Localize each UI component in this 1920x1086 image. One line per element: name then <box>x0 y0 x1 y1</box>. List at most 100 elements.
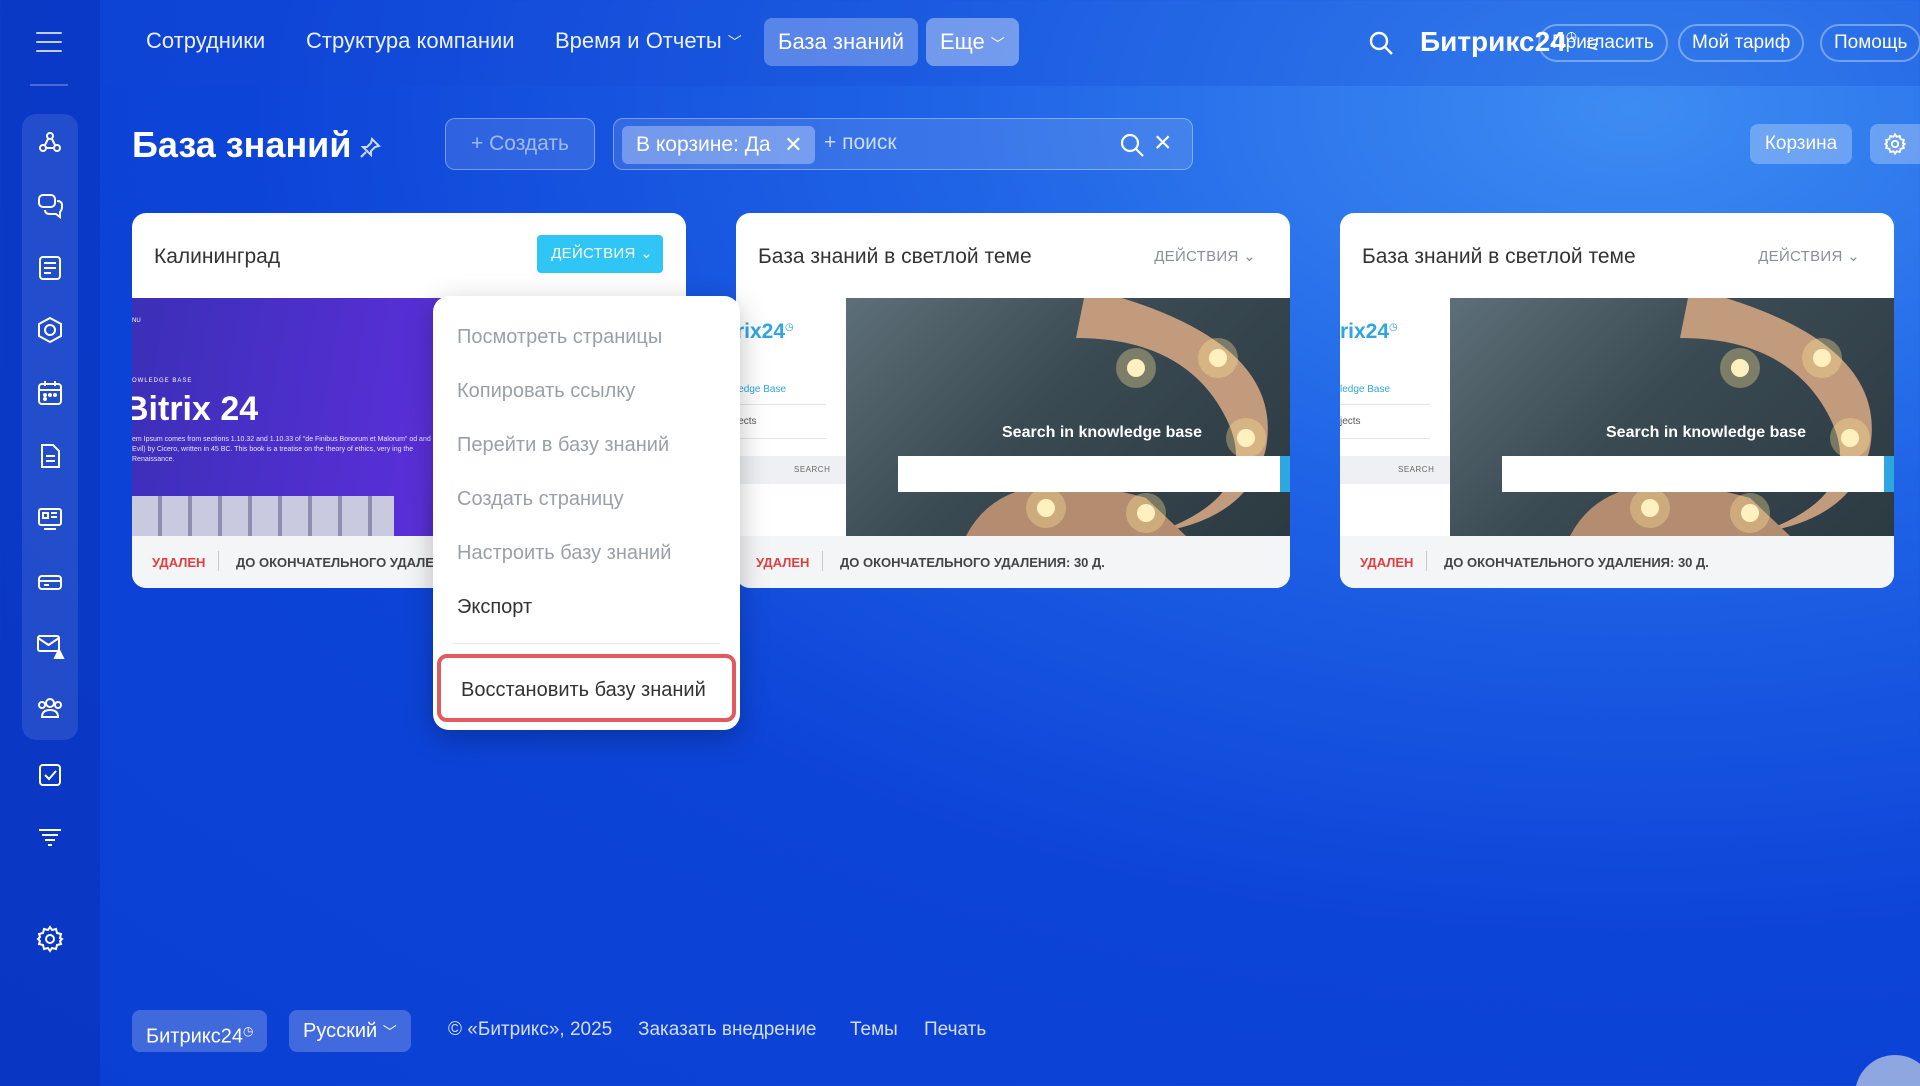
search-icon[interactable] <box>1368 30 1394 56</box>
preview-search-button: SEARCH <box>794 465 831 474</box>
nav-time-reports-label: Время и Отчеты <box>555 28 722 53</box>
document-icon <box>41 444 60 468</box>
nav-employees[interactable]: Сотрудники <box>146 28 265 54</box>
nav-knowledge-base[interactable]: База знаний <box>764 18 919 66</box>
themes-link[interactable]: Темы <box>850 1019 898 1041</box>
sidebar-item-calendar[interactable] <box>35 378 65 408</box>
close-icon[interactable]: ✕ <box>784 126 802 164</box>
chevron-down-icon: ⌄ <box>1243 248 1256 265</box>
card-preview[interactable]: rix24◷ ledge Base jects SEARCH Search in… <box>736 298 1290 536</box>
chat-widget-button[interactable] <box>1855 1055 1920 1086</box>
chevron-down-icon: ⌄ <box>640 245 653 262</box>
sidebar-item-tasks[interactable] <box>35 760 65 790</box>
card-actions-label: ДЕЙСТВИЯ <box>1154 248 1239 265</box>
chevron-down-icon: ⌄ <box>1847 248 1860 265</box>
left-sidebar <box>0 0 100 1086</box>
order-implementation-link[interactable]: Заказать внедрение <box>638 1019 817 1041</box>
sidebar-item-employees[interactable] <box>35 693 65 723</box>
preview-search-box: SEARCH <box>1340 456 1450 484</box>
create-button[interactable]: + Создать <box>445 118 595 170</box>
nav-more-label: Еще <box>940 29 985 54</box>
footer-brand-button[interactable]: Битрикс24◷ <box>132 1010 268 1052</box>
status-badge: УДАЛЕН <box>1360 555 1414 570</box>
pin-icon[interactable] <box>358 136 382 160</box>
nav-more[interactable]: Еще ﹀ <box>926 18 1019 66</box>
card-title: База знаний в светлой теме <box>758 245 1032 268</box>
clock-icon: ◷ <box>1389 322 1398 333</box>
divider <box>218 551 219 571</box>
sidebar-item-feed[interactable] <box>35 128 65 158</box>
sidebar-item-documents[interactable] <box>35 441 65 471</box>
nav-time-reports[interactable]: Время и Отчеты ﹀ <box>555 28 742 54</box>
invite-button[interactable]: Пригласить <box>1538 24 1668 62</box>
sidebar-item-filters[interactable] <box>35 823 65 853</box>
status-badge: УДАЛЕН <box>756 555 810 570</box>
hexagon-icon <box>38 316 62 344</box>
marquee-letter-image <box>1570 298 1872 536</box>
divider <box>822 551 823 571</box>
board-icon <box>38 508 62 530</box>
chevron-down-icon: ﹀ <box>382 1024 397 1040</box>
preview-hero-heading: Search in knowledge base <box>1606 424 1807 441</box>
trash-button[interactable]: Корзина <box>1750 124 1852 164</box>
deletion-countdown: ДО ОКОНЧАТЕЛЬНОГО УДАЛЕНИЯ: 30 Д. <box>840 555 1105 570</box>
checkbox-icon <box>39 764 61 786</box>
card-footer: УДАЛЕН ДО ОКОНЧАТЕЛЬНОГО УДАЛЕНИЯ: 30 Д. <box>1340 536 1894 588</box>
preview-logo: rix24◷ <box>736 320 794 344</box>
menu-item-configure-knowledge-base[interactable]: Настроить базу знаний <box>457 542 671 565</box>
menu-item-create-page[interactable]: Создать страницу <box>457 488 624 511</box>
network-icon <box>39 132 61 152</box>
preview-logo-text: rix24 <box>1340 320 1390 343</box>
card-actions-button[interactable]: ДЕЙСТВИЯ ⌄ <box>1758 247 1860 265</box>
top-navigation: Сотрудники Структура компании Время и От… <box>100 0 1920 86</box>
sidebar-divider <box>30 84 68 86</box>
my-tariff-button[interactable]: Мой тариф <box>1678 24 1805 62</box>
filter-tag-in-trash[interactable]: В корзине: Да ✕ <box>622 126 815 164</box>
knowledge-base-card[interactable]: База знаний в светлой теме ДЕЙСТВИЯ ⌄ ri… <box>736 213 1290 588</box>
filter-search-box[interactable]: В корзине: Да ✕ + поиск × <box>613 118 1193 170</box>
sidebar-item-settings[interactable] <box>35 924 65 954</box>
menu-item-go-to-knowledge-base[interactable]: Перейти в базу знаний <box>457 434 669 457</box>
preview-breadcrumb: ledge Base <box>736 384 787 395</box>
knowledge-base-card[interactable]: База знаний в светлой теме ДЕЙСТВИЯ ⌄ ri… <box>1340 213 1894 588</box>
preview-search-bar <box>1502 456 1894 492</box>
chat-icon <box>38 194 63 219</box>
card-actions-label: ДЕЙСТВИЯ <box>551 245 636 262</box>
card-actions-button[interactable]: ДЕЙСТВИЯ ⌄ <box>537 235 663 273</box>
sidebar-item-drive[interactable] <box>35 567 65 597</box>
menu-item-export[interactable]: Экспорт <box>457 596 532 619</box>
card-title: База знаний в светлой теме <box>1362 245 1636 268</box>
calendar-icon <box>38 381 62 405</box>
sidebar-item-news[interactable] <box>35 253 65 283</box>
clear-icon[interactable]: × <box>1154 128 1172 158</box>
print-link[interactable]: Печать <box>924 1019 986 1041</box>
divider <box>736 404 826 405</box>
brand-name: Битрикс <box>1420 26 1535 57</box>
menu-item-restore-knowledge-base[interactable]: Восстановить базу знаний <box>461 679 706 702</box>
settings-button[interactable] <box>1870 124 1920 164</box>
sidebar-item-crm[interactable] <box>35 315 65 345</box>
card-preview[interactable]: rix24◷ ledge Base jects SEARCH Search in… <box>1340 298 1894 536</box>
search-input[interactable]: + поиск <box>824 131 897 155</box>
sidebar-item-chat[interactable] <box>35 190 65 220</box>
help-button[interactable]: Помощь <box>1820 24 1920 62</box>
preview-menu-text: NU <box>132 318 141 324</box>
sidebar-item-boards[interactable] <box>35 504 65 534</box>
gear-icon <box>1884 132 1907 156</box>
language-selector[interactable]: Русский ﹀ <box>289 1010 411 1052</box>
preview-search-button: SEARCH <box>1398 465 1435 474</box>
preview-hero-image: Search in knowledge base <box>1450 298 1894 536</box>
preview-hero-heading: Search in knowledge base <box>1002 424 1203 441</box>
card-actions-button[interactable]: ДЕЙСТВИЯ ⌄ <box>1154 247 1256 265</box>
search-icon[interactable] <box>1119 132 1145 158</box>
sidebar-item-mail[interactable] <box>35 630 65 660</box>
menu-item-view-pages[interactable]: Посмотреть страницы <box>457 326 662 349</box>
divider <box>736 438 826 439</box>
newspaper-icon <box>39 256 61 280</box>
footer-brand-label: Битрикс24 <box>146 1025 243 1048</box>
preview-sidebar: rix24◷ ledge Base jects SEARCH <box>736 298 846 536</box>
chevron-down-icon: ﹀ <box>727 34 742 51</box>
nav-company-structure[interactable]: Структура компании <box>306 28 515 54</box>
menu-icon[interactable] <box>36 32 62 52</box>
menu-item-copy-link[interactable]: Копировать ссылку <box>457 380 635 403</box>
